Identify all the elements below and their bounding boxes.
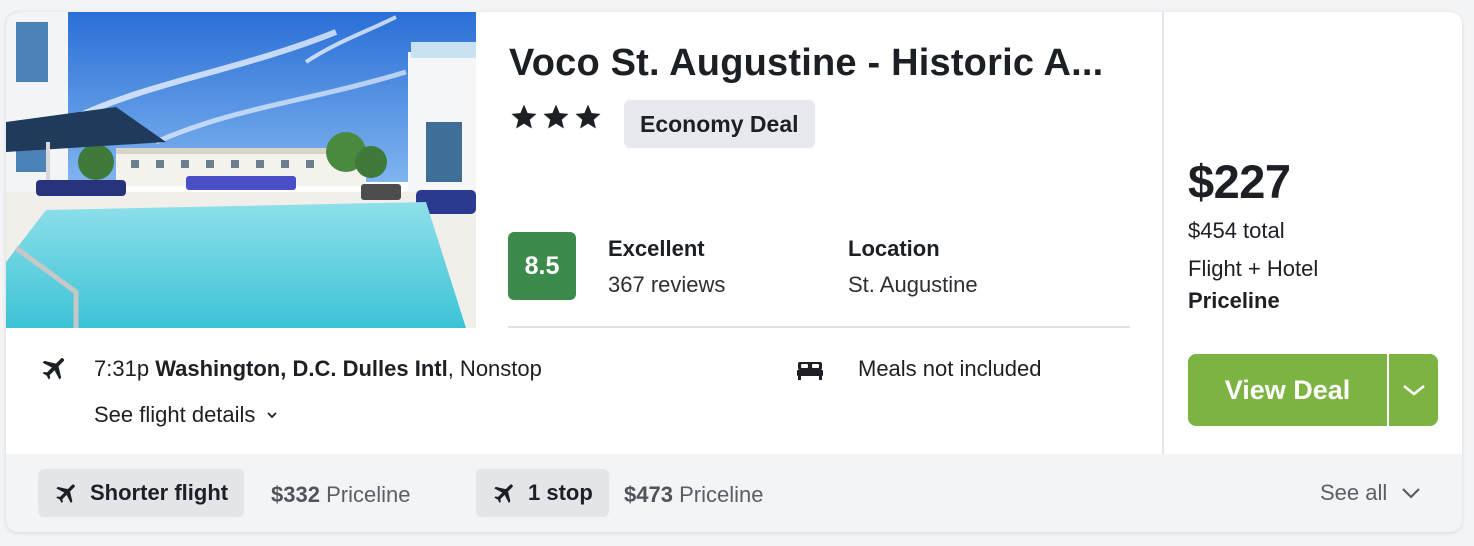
hotel-deal-card: Voco St. Augustine - Historic A... Econo… [6,12,1462,532]
airplane-icon [56,484,75,503]
alt-price[interactable]: $332 Priceline [271,482,410,508]
alt-price-value: $473 [624,482,673,507]
view-deal-dropdown-button[interactable] [1389,354,1438,426]
price-provider: Priceline [1188,288,1280,313]
hotel-photo[interactable] [6,12,476,328]
divider [508,326,1130,328]
departure-time: 7:31p [94,356,150,381]
star-icon [543,104,569,129]
hotel-title[interactable]: Voco St. Augustine - Historic A... [509,42,1129,85]
flight-summary: 7:31p Washington, D.C. Dulles Intl, Nons… [94,356,542,382]
chevron-down-icon [1402,488,1421,499]
rating-label: Excellent [608,236,705,261]
airplane-icon [494,484,513,503]
view-deal-button-group: View Deal [1188,354,1438,426]
see-all-label: See all [1320,480,1388,505]
alt-price-provider: Priceline [326,482,411,507]
price-total: $454 total [1188,218,1285,243]
alternatives-bar: Shorter flight $332 Priceline 1 stop $47… [6,454,1462,532]
shorter-flight-chip[interactable]: Shorter flight [38,469,245,517]
airplane-icon [42,358,64,380]
departure-airport: Washington, D.C. Dulles Intl [155,356,448,381]
deal-badge: Economy Deal [624,100,815,148]
review-score: 8.5 [508,232,576,300]
flight-details-label: See flight details [94,402,256,427]
view-deal-button[interactable]: View Deal [1188,354,1387,426]
bed-icon [797,362,823,380]
star-icon [511,104,537,129]
star-rating [509,102,603,132]
chip-label: Shorter flight [90,480,229,505]
chevron-down-icon [267,412,278,419]
star-icon [575,104,601,129]
package-type: Flight + Hotel [1188,256,1319,281]
location-value: St. Augustine [848,272,978,297]
meals-info: Meals not included [858,356,1042,381]
price-per-person: $227 [1188,155,1291,208]
see-all-button[interactable]: See all [1320,480,1421,506]
alt-price[interactable]: $473 Priceline [624,482,763,508]
flight-stops: , Nonstop [447,356,542,381]
review-count[interactable]: 367 reviews [608,272,725,298]
see-flight-details-link[interactable]: See flight details [94,402,279,428]
alt-price-provider: Priceline [679,482,764,507]
alt-price-value: $332 [271,482,320,507]
one-stop-chip[interactable]: 1 stop [476,469,609,517]
column-divider [1162,12,1164,454]
chip-label: 1 stop [528,480,593,505]
chevron-down-icon [1402,384,1425,396]
location-label: Location [848,236,940,261]
